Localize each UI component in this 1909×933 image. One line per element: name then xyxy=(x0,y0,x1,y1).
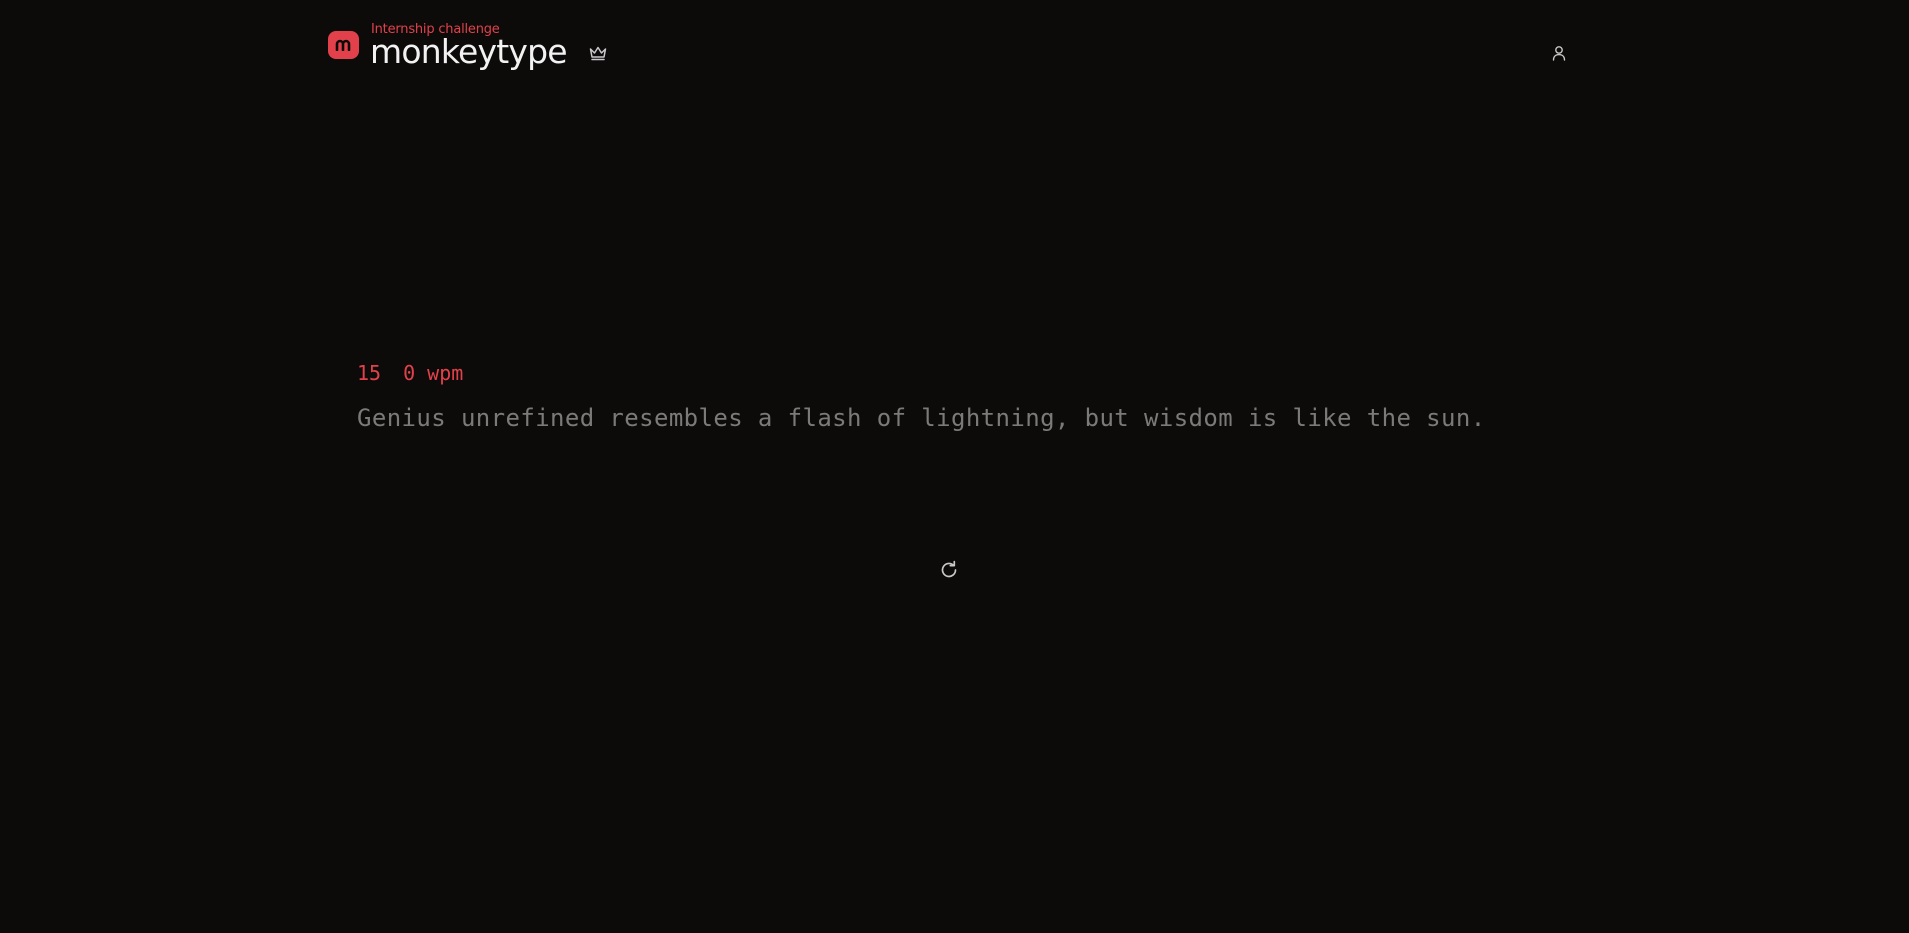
crown-icon[interactable] xyxy=(588,44,608,62)
timer: 15 xyxy=(357,361,382,385)
logo-title: monkeytype xyxy=(370,32,568,71)
refresh-icon[interactable] xyxy=(937,558,961,582)
page: Internship challenge monkeytype 15 0 wpm … xyxy=(0,0,1909,933)
top-header: Internship challenge monkeytype xyxy=(328,20,1569,80)
words-display[interactable]: Genius unrefined resembles a flash of li… xyxy=(357,404,1486,432)
monkeytype-logo-icon xyxy=(328,31,359,59)
wpm-counter: 0 wpm xyxy=(403,361,464,385)
live-stats: 15 0 wpm xyxy=(357,361,485,385)
user-icon[interactable] xyxy=(1550,44,1568,62)
